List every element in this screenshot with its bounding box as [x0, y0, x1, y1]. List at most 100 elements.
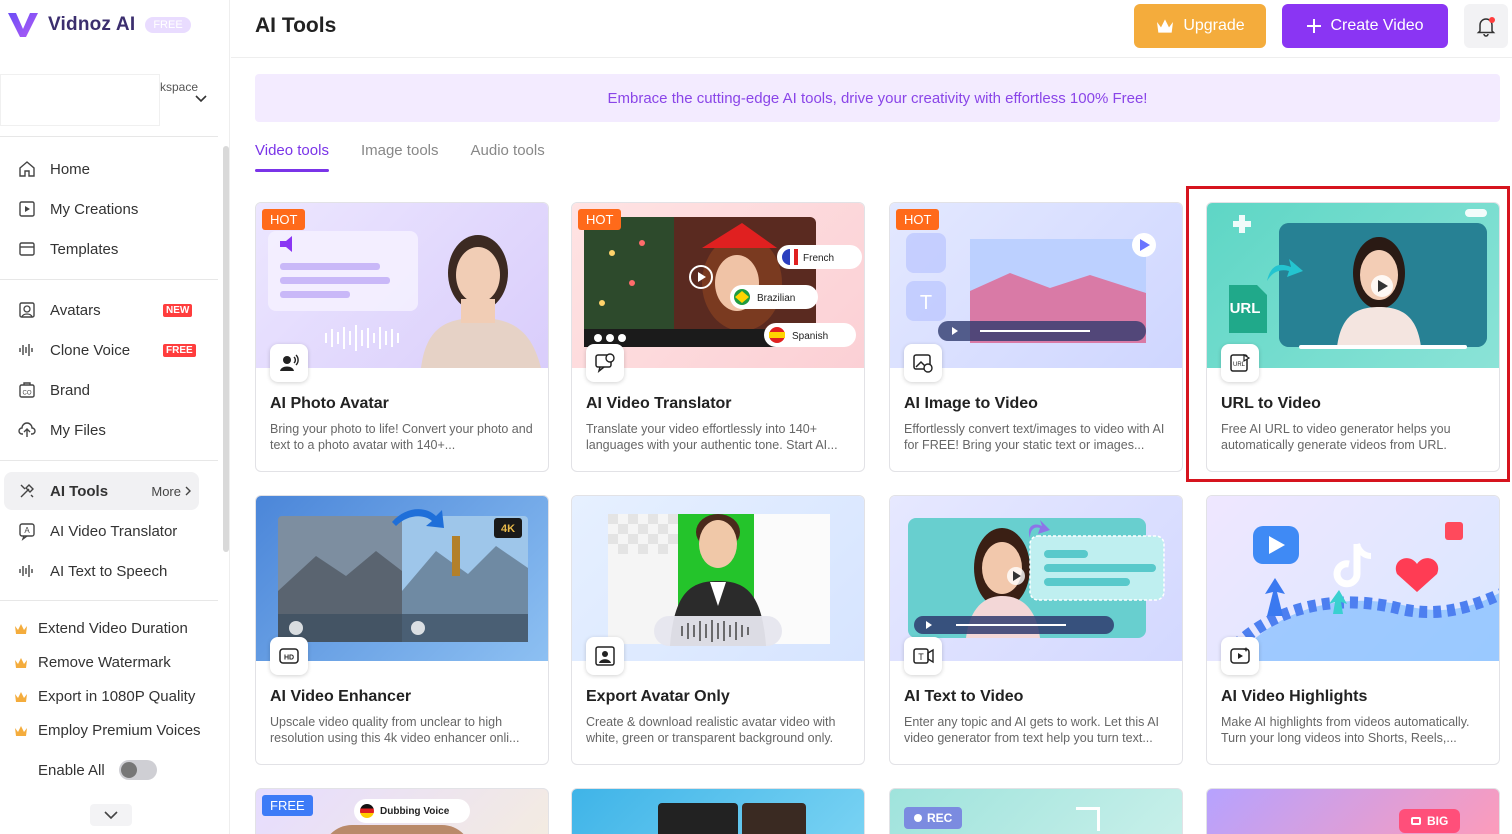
- vidnoz-logo-icon: [8, 13, 38, 37]
- free-badge: FREE: [163, 343, 196, 357]
- tool-card-ai-photo-avatar[interactable]: HOT AI Photo Avatar Bring your photo to …: [255, 202, 549, 472]
- top-header: AI Tools Upgrade Create Video: [231, 0, 1512, 58]
- sidebar-item-avatars[interactable]: Avatars NEW: [16, 291, 198, 329]
- app: Vidnoz AI FREE kspace Home My Creations …: [0, 0, 1512, 834]
- 4k-tag: 4K: [501, 523, 515, 535]
- sidebar-item-templates[interactable]: Templates: [16, 230, 198, 268]
- frame-corner-icon: [1076, 807, 1100, 831]
- image-video-icon: [904, 344, 942, 382]
- create-video-label: Create Video: [1330, 17, 1424, 34]
- sidebar-item-ai-tools[interactable]: AI Tools More: [4, 472, 199, 510]
- enable-all-row: Enable All: [38, 760, 157, 780]
- card-title: AI Text to Video: [904, 688, 1024, 705]
- translate-icon: [586, 344, 624, 382]
- cloud-upload-icon: [16, 419, 38, 441]
- lang-spanish: Spanish: [792, 331, 828, 342]
- more-link[interactable]: More: [151, 484, 193, 499]
- text-video-icon: T: [904, 637, 942, 675]
- crown-icon: [15, 623, 27, 634]
- sidebar-scrollbar[interactable]: [223, 146, 229, 552]
- hot-badge: HOT: [262, 209, 306, 230]
- workspace-selector[interactable]: kspace: [0, 74, 218, 128]
- premium-export-1080p[interactable]: Export in 1080P Quality: [14, 688, 195, 705]
- lang-french: French: [803, 253, 834, 264]
- sidebar-item-label: AI Video Translator: [50, 522, 178, 540]
- germany-flag-icon: [360, 804, 374, 818]
- premium-voices[interactable]: Employ Premium Voices: [14, 722, 201, 739]
- svg-text:URL: URL: [1233, 362, 1246, 368]
- sidebar-item-label: AI Text to Speech: [50, 562, 168, 580]
- svg-text:A: A: [24, 526, 30, 535]
- tool-card-partial[interactable]: BIG: [1206, 788, 1500, 834]
- chevron-down-icon: [195, 95, 207, 103]
- tool-card-ai-text-to-video[interactable]: T AI Text to Video Enter any topic and A…: [889, 495, 1183, 765]
- sidebar-item-label: AI Tools: [50, 482, 109, 500]
- crown-icon: [15, 691, 27, 702]
- waveform-icon: [16, 560, 38, 582]
- export-avatar-icon: [586, 637, 624, 675]
- big-label: BIG: [1427, 814, 1449, 828]
- hot-badge: HOT: [578, 209, 622, 230]
- sidebar-item-clone-voice[interactable]: Clone Voice FREE: [16, 331, 198, 369]
- video-frame: [742, 803, 806, 834]
- sidebar-item-home[interactable]: Home: [16, 150, 198, 188]
- upgrade-label: Upgrade: [1183, 17, 1245, 34]
- upgrade-button[interactable]: Upgrade: [1134, 4, 1266, 48]
- notifications-button[interactable]: [1464, 4, 1508, 48]
- tool-card-ai-image-to-video[interactable]: T HOT AI Image to Video Effortlessly con…: [889, 202, 1183, 472]
- tool-card-partial[interactable]: [571, 788, 865, 834]
- card-description: Bring your photo to life! Convert your p…: [270, 422, 533, 452]
- divider: [0, 279, 218, 280]
- enable-all-toggle[interactable]: [118, 760, 157, 780]
- bell-icon: [1476, 17, 1496, 37]
- card-title: AI Video Enhancer: [270, 688, 412, 705]
- tool-card-ai-video-translator[interactable]: French Brazilian Spanish HOT AI Video Tr…: [571, 202, 865, 472]
- premium-label: Extend Video Duration: [38, 620, 188, 637]
- tab-video-tools[interactable]: Video tools: [255, 142, 329, 172]
- tab-audio-tools[interactable]: Audio tools: [471, 142, 545, 172]
- sidebar-item-ai-video-translator[interactable]: A AI Video Translator: [16, 512, 198, 550]
- sidebar-collapse-button[interactable]: [90, 804, 132, 826]
- tool-card-partial[interactable]: FREE Dubbing Voice: [255, 788, 549, 834]
- photo-avatar-icon: [270, 344, 308, 382]
- tab-image-tools[interactable]: Image tools: [361, 142, 439, 172]
- tool-card-partial[interactable]: REC: [889, 788, 1183, 834]
- tool-card-ai-video-highlights[interactable]: AI Video Highlights Make AI highlights f…: [1206, 495, 1500, 765]
- sidebar-item-my-creations[interactable]: My Creations: [16, 190, 198, 228]
- rec-badge: REC: [904, 807, 963, 829]
- card-description: Enter any topic and AI gets to work. Let…: [904, 715, 1160, 745]
- new-badge: NEW: [163, 303, 193, 317]
- premium-label: Employ Premium Voices: [38, 722, 201, 739]
- sidebar-item-my-files[interactable]: My Files: [16, 411, 198, 449]
- big-badge: BIG: [1399, 809, 1461, 833]
- svg-text:T: T: [920, 292, 932, 314]
- svg-text:HD: HD: [284, 655, 294, 662]
- home-icon: [16, 158, 38, 180]
- card-title: AI Video Translator: [586, 395, 732, 412]
- sidebar-item-label: Avatars: [50, 301, 101, 319]
- hd-icon: HD: [270, 637, 308, 675]
- highlights-icon: [1221, 637, 1259, 675]
- sidebar-item-label: Home: [50, 160, 91, 178]
- tool-card-ai-video-enhancer[interactable]: 4K HD AI Video Enhancer Upscale video qu…: [255, 495, 549, 765]
- more-label: More: [151, 483, 181, 499]
- sidebar-item-label: Templates: [50, 240, 119, 258]
- divider: [0, 136, 218, 137]
- creations-icon: [16, 198, 38, 220]
- svg-text:T: T: [918, 652, 924, 662]
- premium-remove-watermark[interactable]: Remove Watermark: [14, 654, 171, 671]
- premium-extend-duration[interactable]: Extend Video Duration: [14, 620, 188, 637]
- crown-icon: [15, 725, 27, 736]
- create-video-button[interactable]: Create Video: [1282, 4, 1448, 48]
- enable-all-label: Enable All: [38, 761, 105, 779]
- page-title: AI Tools: [255, 14, 337, 37]
- sidebar-item-ai-text-to-speech[interactable]: AI Text to Speech: [16, 552, 198, 590]
- card-description: Effortlessly convert text/images to vide…: [904, 422, 1165, 452]
- divider: [0, 460, 218, 461]
- card-title: AI Photo Avatar: [270, 395, 389, 412]
- logo[interactable]: Vidnoz AI FREE: [6, 10, 191, 40]
- tool-card-export-avatar-only[interactable]: Export Avatar Only Create & download rea…: [571, 495, 865, 765]
- chevron-right-icon: [185, 486, 191, 496]
- templates-icon: [16, 238, 38, 260]
- sidebar-item-brand[interactable]: CO Brand: [16, 371, 198, 409]
